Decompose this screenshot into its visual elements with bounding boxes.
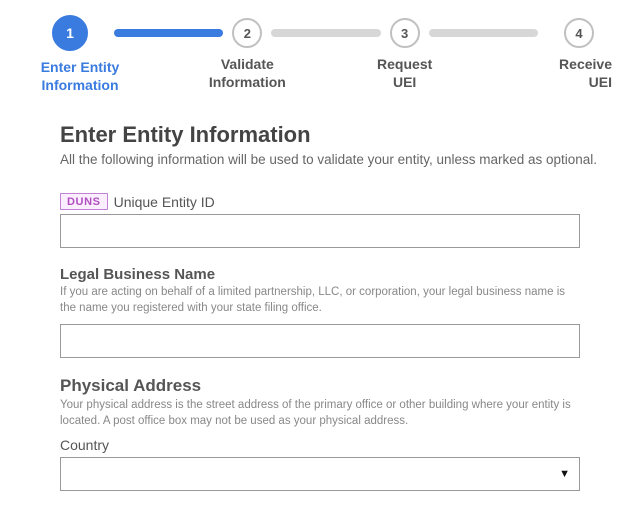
physical-address-help: Your physical address is the street addr…: [60, 398, 580, 429]
step-4: 4 Receive UEI: [532, 18, 612, 91]
step-3-label: Request UEI: [375, 56, 435, 91]
lbn-help: If you are acting on behalf of a limited…: [60, 285, 580, 316]
step-1-label: Enter Entity Information: [40, 59, 120, 94]
field-unique-entity-id: DUNS Unique Entity ID: [60, 193, 602, 248]
step-3-number: 3: [390, 18, 420, 48]
step-3: 3 Request UEI: [375, 18, 435, 91]
uei-label: Unique Entity ID: [114, 194, 215, 210]
field-country: Country ▼: [60, 437, 602, 491]
uei-input[interactable]: [60, 214, 580, 248]
step-1: 1 Enter Entity Information: [40, 18, 120, 94]
uei-label-row: DUNS Unique Entity ID: [60, 193, 602, 210]
physical-address-heading: Physical Address: [60, 376, 602, 396]
form-heading: Enter Entity Information: [60, 122, 602, 148]
page: 1 Enter Entity Information 2 Validate In…: [0, 0, 640, 528]
progress-stepper: 1 Enter Entity Information 2 Validate In…: [40, 18, 612, 94]
step-2-label: Validate Information: [209, 56, 286, 91]
step-4-label: Receive UEI: [532, 56, 612, 91]
country-select-wrap: ▼: [60, 457, 580, 491]
step-bar-3-4: [429, 29, 538, 37]
step-4-number: 4: [564, 18, 594, 48]
step-2: 2 Validate Information: [217, 18, 277, 91]
form-intro: All the following information will be us…: [60, 152, 602, 167]
lbn-input[interactable]: [60, 324, 580, 358]
entity-info-form: Enter Entity Information All the followi…: [40, 122, 612, 491]
country-select[interactable]: [60, 457, 580, 491]
step-1-number: 1: [52, 15, 88, 51]
step-2-number: 2: [232, 18, 262, 48]
field-legal-business-name: Legal Business Name If you are acting on…: [60, 266, 602, 358]
duns-badge: DUNS: [60, 193, 108, 210]
lbn-label: Legal Business Name: [60, 266, 602, 283]
step-bar-1-2: [114, 29, 223, 37]
step-bar-2-3: [271, 29, 380, 37]
country-label: Country: [60, 437, 109, 453]
